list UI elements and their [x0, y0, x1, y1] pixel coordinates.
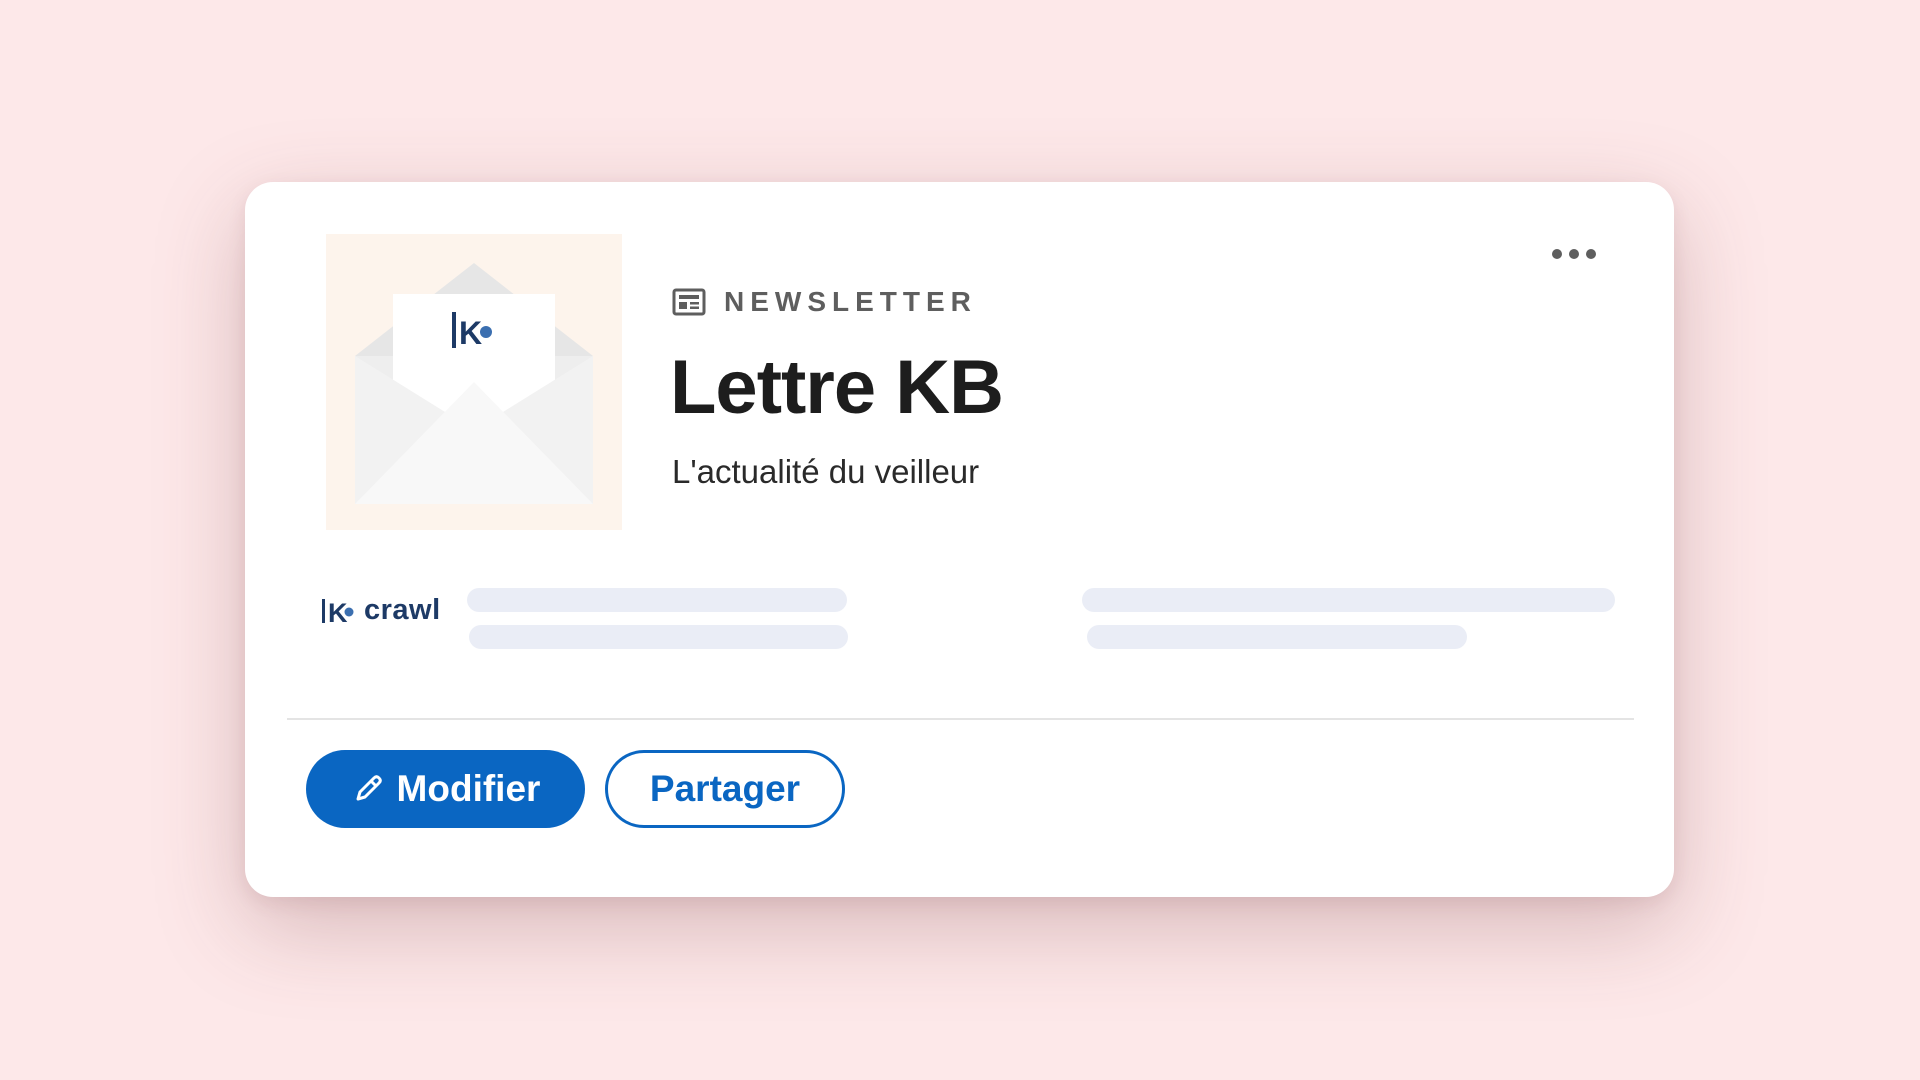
card-divider [287, 718, 1634, 720]
edit-button[interactable]: Modifier [306, 750, 585, 828]
skeleton-line [1082, 588, 1615, 612]
content-type-row: NEWSLETTER [672, 286, 977, 318]
pencil-icon [356, 775, 382, 801]
kcrawl-logo-text: crawl [364, 594, 441, 626]
kcrawl-logo: K crawl [320, 594, 441, 627]
skeleton-line [469, 625, 848, 649]
newsletter-subtitle: L'actualité du veilleur [672, 453, 980, 490]
more-options-button[interactable] [1538, 232, 1610, 276]
skeleton-line [1087, 625, 1467, 649]
edit-button-label: Modifier [396, 768, 541, 809]
newspaper-icon [672, 288, 706, 316]
more-dot [1552, 249, 1562, 259]
envelope-illustration: K [355, 263, 593, 504]
skeleton-line [467, 588, 847, 612]
content-type-label: NEWSLETTER [724, 286, 977, 317]
more-dot [1569, 249, 1579, 259]
letter-logo-text: K [459, 315, 482, 351]
more-dot [1586, 249, 1596, 259]
kcrawl-logo-mark: K [322, 598, 354, 626]
newsletter-thumbnail: K [326, 234, 622, 530]
newsletter-card: K NEWSLETTER Lettre KB L'actualité du ve… [245, 182, 1674, 897]
share-button-label: Partager [649, 768, 801, 809]
newsletter-title: Lettre KB [670, 345, 1004, 430]
share-button[interactable]: Partager [605, 750, 845, 828]
